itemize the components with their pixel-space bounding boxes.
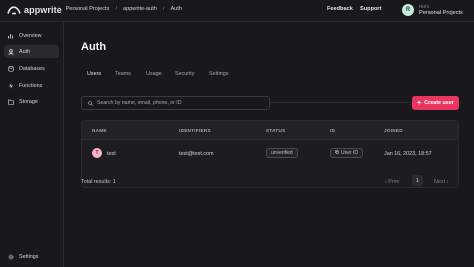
breadcrumb: / Personal Projects / appwrite-auth / Au…	[58, 6, 182, 12]
logo-text: appwrite	[24, 5, 62, 15]
tab-label: Teams	[115, 71, 131, 77]
search-input[interactable]	[97, 100, 267, 106]
create-user-button[interactable]: + Create user	[412, 96, 459, 110]
sidebar-item-overview[interactable]: Overview	[4, 29, 59, 42]
prev-label: Prev	[388, 179, 400, 185]
create-user-label: Create user	[424, 100, 454, 106]
appwrite-logo-icon	[7, 5, 21, 15]
user-id-label: User ID	[341, 150, 358, 156]
sidebar-item-settings[interactable]: Settings	[4, 250, 59, 263]
next-label: Next	[434, 179, 446, 185]
plus-icon: +	[417, 99, 422, 107]
prev-button[interactable]: ‹ Prev	[385, 179, 399, 185]
column-header-identifiers[interactable]: IDENTIFIERS	[179, 128, 211, 133]
next-button[interactable]: Next ›	[434, 179, 448, 185]
main-content: Auth Users Teams Usage Security Settings…	[65, 22, 474, 267]
support-link[interactable]: Support	[360, 6, 381, 12]
breadcrumb-auth[interactable]: Auth	[170, 6, 182, 12]
sidebar-item-label: Settings	[19, 253, 39, 260]
breadcrumb-separator: /	[58, 6, 60, 12]
sidebar-item-storage[interactable]: Storage	[4, 95, 59, 108]
status-badge: unverified	[266, 148, 298, 158]
sidebar-item-label: Auth	[19, 48, 31, 55]
tab-label: Users	[87, 71, 102, 77]
sidebar-item-auth[interactable]: Auth	[4, 45, 59, 58]
column-header-status[interactable]: STATUS	[266, 128, 286, 133]
sidebar: Overview Auth Databases Functions Storag…	[0, 22, 64, 267]
avatar[interactable]: R	[402, 4, 414, 16]
search-icon	[88, 100, 93, 106]
search-box[interactable]	[81, 96, 270, 110]
page-number-button[interactable]: 1	[412, 175, 423, 186]
page-title: Auth	[81, 41, 107, 53]
tab-label: Security	[175, 71, 195, 77]
top-bar: appwrite / Personal Projects / appwrite-…	[0, 0, 474, 22]
storage-icon	[8, 99, 14, 105]
column-header-id[interactable]: ID	[330, 128, 335, 133]
breadcrumb-separator: /	[115, 6, 117, 12]
gear-icon	[8, 254, 14, 260]
copy-user-id-button[interactable]: User ID	[330, 148, 363, 158]
sidebar-item-label: Databases	[19, 65, 45, 72]
functions-icon	[8, 82, 14, 89]
sidebar-item-label: Storage	[19, 98, 38, 105]
sidebar-item-functions[interactable]: Functions	[4, 79, 59, 92]
appwrite-logo[interactable]: appwrite	[7, 5, 62, 15]
sidebar-item-databases[interactable]: Databases	[4, 62, 59, 75]
copy-icon	[335, 150, 339, 156]
table-header: NAME IDENTIFIERS STATUS ID JOINED	[82, 121, 458, 140]
avatar: T	[92, 148, 102, 158]
user-identifier: test@test.com	[179, 151, 214, 157]
account-menu[interactable]: Rishi Personal Projects	[419, 4, 463, 16]
chevron-right-icon: ›	[446, 179, 449, 185]
total-results: Total results: 1	[81, 179, 116, 185]
breadcrumb-personal-projects[interactable]: Personal Projects	[66, 6, 110, 12]
breadcrumb-project[interactable]: appwrite-auth	[123, 6, 157, 12]
sidebar-item-label: Overview	[19, 32, 42, 39]
chevron-left-icon: ‹	[385, 179, 387, 185]
column-header-name[interactable]: NAME	[92, 128, 107, 133]
sidebar-item-label: Functions	[19, 82, 43, 89]
database-icon	[8, 65, 14, 72]
auth-icon	[8, 48, 14, 55]
overview-icon	[8, 33, 14, 39]
tab-label: Settings	[209, 71, 229, 77]
account-org: Personal Projects	[419, 10, 463, 16]
user-name: test	[107, 151, 116, 157]
feedback-link[interactable]: Feedback	[327, 6, 353, 12]
tab-label: Usage	[146, 71, 162, 77]
user-joined: Jan 16, 2023, 18:57	[384, 151, 432, 157]
breadcrumb-separator: /	[162, 6, 165, 12]
column-header-joined[interactable]: JOINED	[384, 128, 403, 133]
status-label: unverified	[271, 150, 293, 156]
users-table: NAME IDENTIFIERS STATUS ID JOINED T test…	[81, 120, 459, 188]
